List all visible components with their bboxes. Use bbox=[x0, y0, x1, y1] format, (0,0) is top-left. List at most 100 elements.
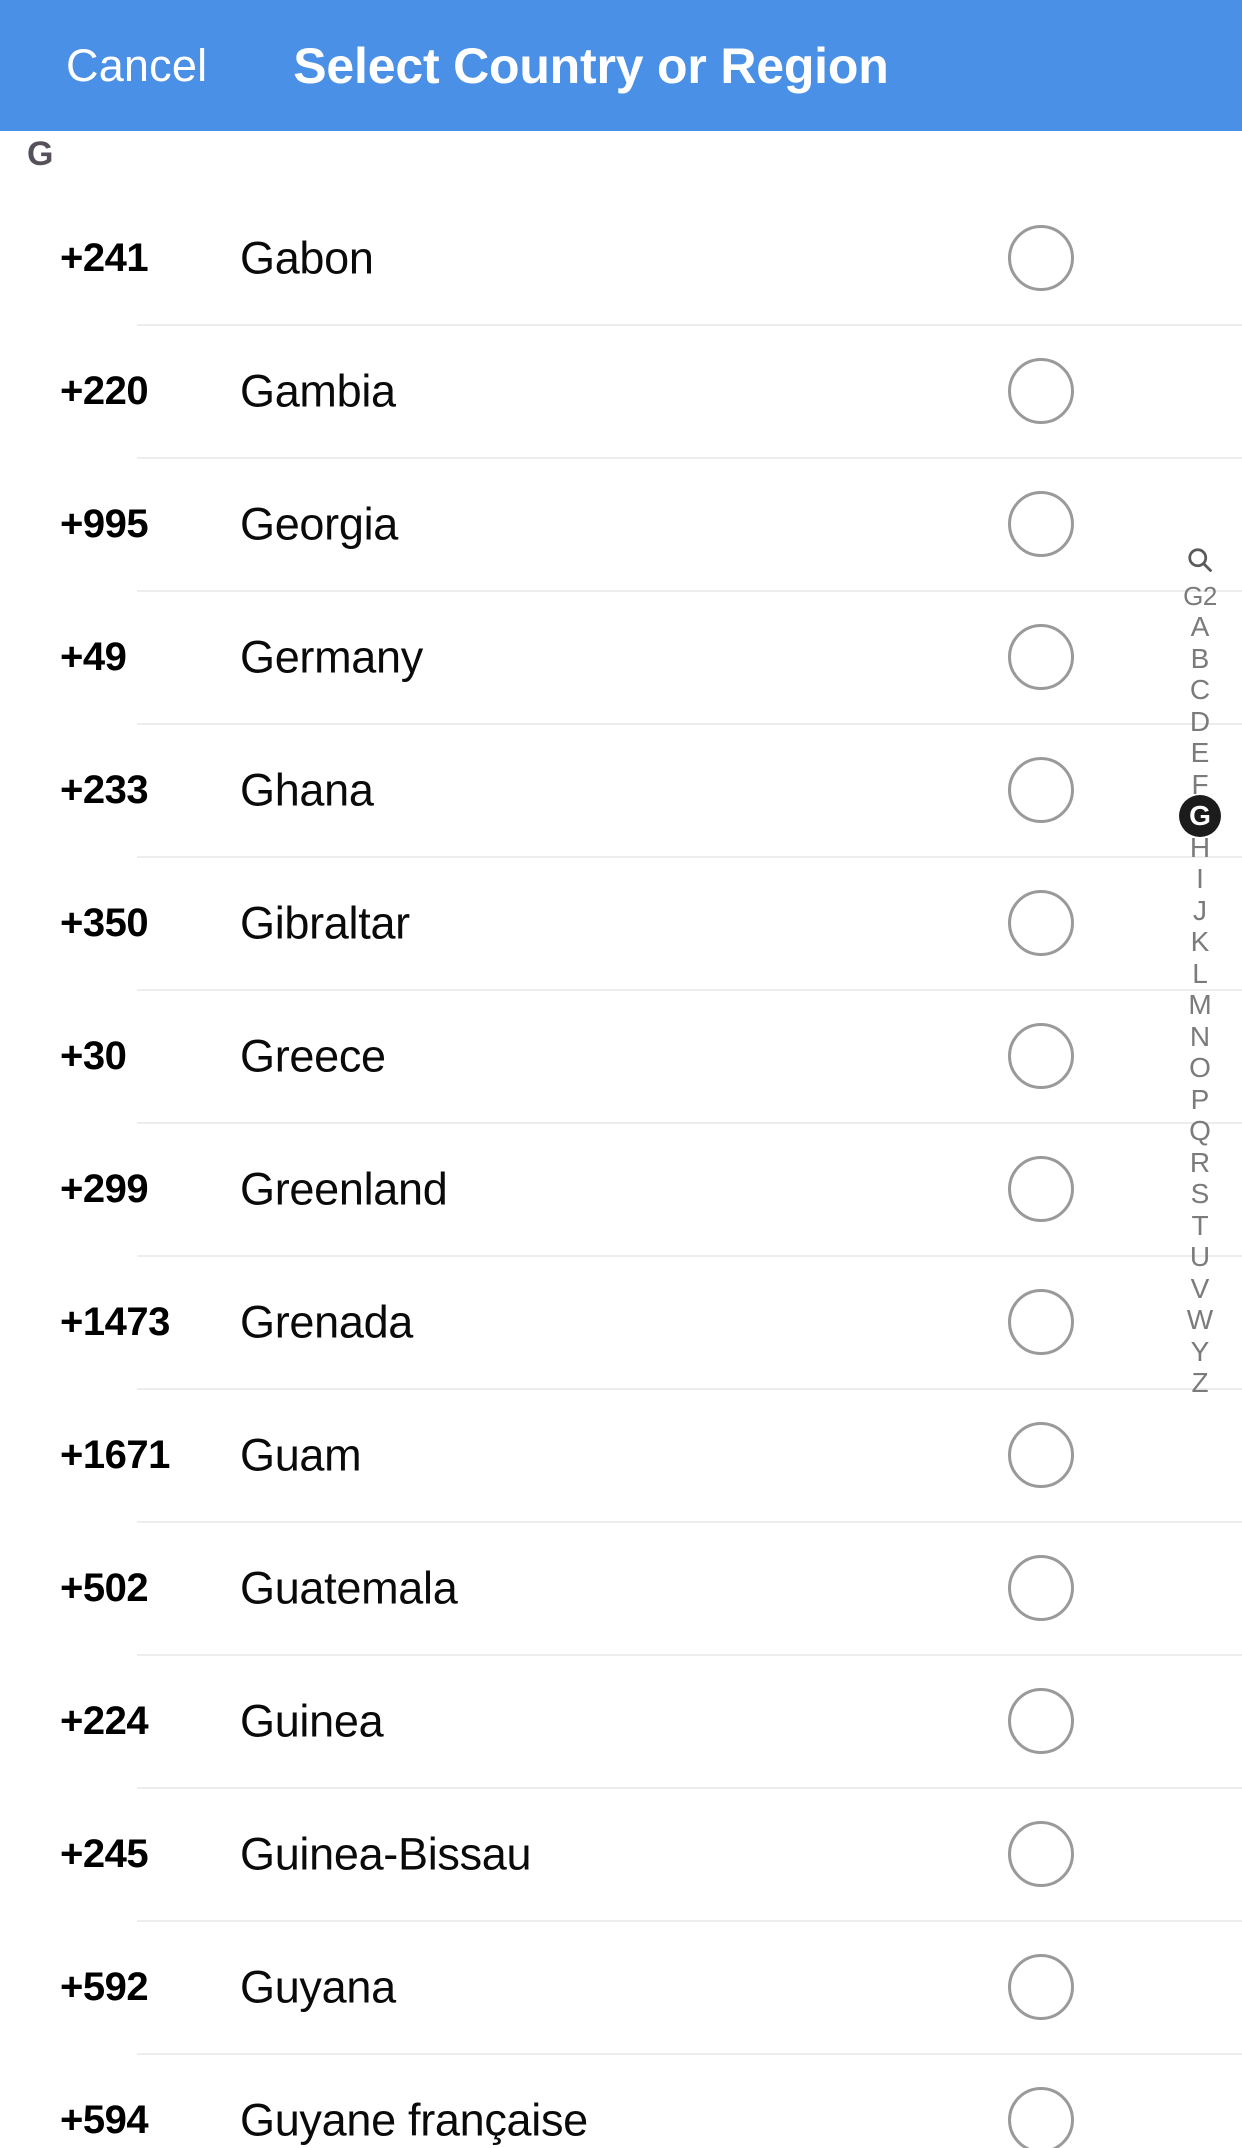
country-dial-code: +350 bbox=[60, 900, 149, 945]
index-item-b[interactable]: B bbox=[1176, 643, 1224, 675]
radio-button[interactable] bbox=[1008, 889, 1074, 956]
index-item-label: B bbox=[1190, 642, 1210, 674]
cancel-button[interactable]: Cancel bbox=[66, 43, 207, 88]
index-item-label: U bbox=[1189, 1241, 1211, 1273]
country-name: Greenland bbox=[240, 1163, 448, 1214]
radio-button[interactable] bbox=[1008, 1155, 1074, 1222]
table-row[interactable]: +299 Greenland bbox=[0, 1122, 1242, 1255]
index-item-g2[interactable]: G2 bbox=[1176, 580, 1224, 612]
radio-button[interactable] bbox=[1008, 1421, 1074, 1488]
country-name: Greece bbox=[240, 1030, 386, 1081]
radio-button[interactable] bbox=[1008, 1022, 1074, 1089]
country-dial-code: +1473 bbox=[60, 1299, 170, 1344]
country-dial-code: +30 bbox=[60, 1033, 127, 1078]
index-item-label: A bbox=[1190, 611, 1210, 643]
index-item-label: E bbox=[1190, 737, 1210, 769]
table-row[interactable]: +245 Guinea-Bissau bbox=[0, 1787, 1242, 1920]
table-row[interactable]: +1671 Guam bbox=[0, 1388, 1242, 1521]
search-icon[interactable] bbox=[1176, 540, 1224, 580]
index-item-c[interactable]: C bbox=[1176, 675, 1224, 707]
index-item-n[interactable]: N bbox=[1176, 1021, 1224, 1053]
table-row[interactable]: +220 Gambia bbox=[0, 324, 1242, 457]
country-name: Guatemala bbox=[240, 1562, 458, 1613]
index-item-o[interactable]: O bbox=[1176, 1053, 1224, 1085]
index-item-label: R bbox=[1189, 1146, 1211, 1178]
index-item-r[interactable]: R bbox=[1176, 1147, 1224, 1179]
country-picker-screen: Cancel Select Country or Region G +241 Ga… bbox=[0, 0, 1242, 2148]
index-item-t[interactable]: T bbox=[1176, 1210, 1224, 1242]
country-name: Gambia bbox=[240, 365, 396, 416]
table-row[interactable]: +592 Guyana bbox=[0, 1920, 1242, 2053]
country-name: Gibraltar bbox=[240, 897, 410, 948]
index-item-label: J bbox=[1193, 894, 1207, 926]
index-item-y[interactable]: Y bbox=[1176, 1336, 1224, 1368]
index-item-label: S bbox=[1190, 1178, 1210, 1210]
page-title: Select Country or Region bbox=[293, 37, 889, 94]
table-row[interactable]: +241 Gabon bbox=[0, 191, 1242, 324]
radio-button[interactable] bbox=[1008, 224, 1074, 291]
section-header: G bbox=[0, 131, 1242, 191]
country-dial-code: +224 bbox=[60, 1698, 149, 1743]
radio-button[interactable] bbox=[1008, 1687, 1074, 1754]
radio-button[interactable] bbox=[1008, 1820, 1074, 1887]
index-item-label: I bbox=[1196, 863, 1204, 895]
table-row[interactable]: +350 Gibraltar bbox=[0, 856, 1242, 989]
index-item-l[interactable]: L bbox=[1176, 958, 1224, 990]
country-dial-code: +502 bbox=[60, 1565, 149, 1610]
index-item-e[interactable]: E bbox=[1176, 738, 1224, 770]
index-item-z[interactable]: Z bbox=[1176, 1368, 1224, 1400]
radio-button[interactable] bbox=[1008, 756, 1074, 823]
radio-button[interactable] bbox=[1008, 1554, 1074, 1621]
table-row[interactable]: +594 Guyane française bbox=[0, 2053, 1242, 2148]
index-item-label: V bbox=[1190, 1272, 1210, 1304]
index-item-h[interactable]: H bbox=[1176, 832, 1224, 864]
table-row[interactable]: +224 Guinea bbox=[0, 1654, 1242, 1787]
index-item-s[interactable]: S bbox=[1176, 1179, 1224, 1211]
navigation-bar: Cancel Select Country or Region bbox=[0, 0, 1242, 131]
country-name: Germany bbox=[240, 631, 423, 682]
alphabet-index-bar[interactable]: G2 A B C D E F G H I J K L M N O P Q R S T U V W Y Z bbox=[1158, 540, 1242, 1399]
country-name: Grenada bbox=[240, 1296, 414, 1347]
index-item-label: Z bbox=[1191, 1367, 1209, 1399]
index-item-g[interactable]: G bbox=[1176, 801, 1224, 833]
radio-button[interactable] bbox=[1008, 357, 1074, 424]
index-item-d[interactable]: D bbox=[1176, 706, 1224, 738]
radio-button[interactable] bbox=[1008, 623, 1074, 690]
index-item-f[interactable]: F bbox=[1176, 769, 1224, 801]
index-item-u[interactable]: U bbox=[1176, 1242, 1224, 1274]
index-item-m[interactable]: M bbox=[1176, 990, 1224, 1022]
index-item-label: Y bbox=[1190, 1335, 1210, 1367]
index-item-p[interactable]: P bbox=[1176, 1084, 1224, 1116]
country-name: Guinea bbox=[240, 1695, 384, 1746]
index-item-label: Q bbox=[1189, 1115, 1211, 1147]
radio-button[interactable] bbox=[1008, 490, 1074, 557]
table-row[interactable]: +49 Germany bbox=[0, 590, 1242, 723]
index-item-label: F bbox=[1191, 768, 1209, 800]
index-item-label: D bbox=[1189, 705, 1211, 737]
index-item-k[interactable]: K bbox=[1176, 927, 1224, 959]
index-item-label: O bbox=[1189, 1052, 1211, 1084]
country-name: Guyana bbox=[240, 1961, 396, 2012]
table-row[interactable]: +233 Ghana bbox=[0, 723, 1242, 856]
country-dial-code: +1671 bbox=[60, 1432, 170, 1477]
index-item-i[interactable]: I bbox=[1176, 864, 1224, 896]
table-row[interactable]: +1473 Grenada bbox=[0, 1255, 1242, 1388]
radio-button[interactable] bbox=[1008, 2086, 1074, 2148]
table-row[interactable]: +30 Greece bbox=[0, 989, 1242, 1122]
radio-button[interactable] bbox=[1008, 1953, 1074, 2020]
country-dial-code: +592 bbox=[60, 1964, 149, 2009]
index-item-v[interactable]: V bbox=[1176, 1273, 1224, 1305]
section-header-label: G bbox=[27, 135, 54, 173]
country-dial-code: +241 bbox=[60, 235, 149, 280]
radio-button[interactable] bbox=[1008, 1288, 1074, 1355]
index-item-w[interactable]: W bbox=[1176, 1305, 1224, 1337]
index-item-q[interactable]: Q bbox=[1176, 1116, 1224, 1148]
table-row[interactable]: +502 Guatemala bbox=[0, 1521, 1242, 1654]
country-name: Georgia bbox=[240, 498, 398, 549]
table-row[interactable]: +995 Georgia bbox=[0, 457, 1242, 590]
index-item-a[interactable]: A bbox=[1176, 612, 1224, 644]
index-item-label: K bbox=[1190, 926, 1210, 958]
index-item-j[interactable]: J bbox=[1176, 895, 1224, 927]
index-item-label: G bbox=[1189, 800, 1211, 832]
index-item-label: L bbox=[1192, 957, 1208, 989]
